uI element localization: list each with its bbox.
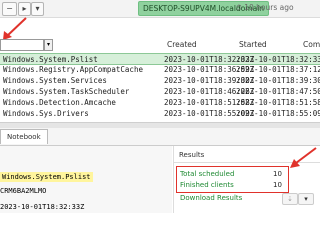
artifact-name: Windows.Detection.Amcache [3,98,116,107]
download-menu-button[interactable]: ⇣ [282,193,298,205]
name-filter-input[interactable] [0,39,44,51]
results-title: Results [179,151,205,159]
column-created[interactable]: Created [167,37,197,53]
annotation-highlight-box [176,166,289,193]
create-time-value: 2023-10-01T18:32:33Z [0,203,85,211]
clock-icon: ⏱ [236,3,242,12]
last-seen-status: ⏱ 10 hours ago [236,3,294,12]
column-started[interactable]: Started [239,37,267,53]
annotation-arrow-icon [290,147,317,168]
flow-id-value: CRM6BA2MLMO [0,187,47,195]
remove-icon[interactable]: − [2,2,17,16]
started-time: 2023-10-01T18:55:09Z [236,109,320,118]
detail-tabs: Notebook [0,128,320,146]
table-row[interactable]: Windows.System.Services 2023-10-01T18:39… [0,75,320,86]
table-row[interactable]: Windows.Detection.Amcache 2023-10-01T18:… [0,97,320,108]
started-time: 2023-10-01T18:37:12Z [236,65,320,74]
artifact-name: Windows.Registry.AppCompatCache [3,65,143,74]
flow-details-pane: Windows.System.Pslist CRM6BA2MLMO 2023-1… [0,146,172,213]
table-row[interactable]: Windows.Registry.AppCompatCache 2023-10-… [0,64,320,75]
table-row[interactable]: Windows.System.TaskScheduler 2023-10-01T… [0,86,320,97]
started-time: 2023-10-01T18:47:50Z [236,87,320,96]
label-icon[interactable]: ▸ [18,2,31,16]
artifact-name: Windows.Sys.Drivers [3,109,89,118]
dropdown-icon[interactable]: ▾ [298,193,314,205]
top-toolbar: − ▸ ▾ DESKTOP-S9UPV4M.localdomain ⏱ 10 h… [0,0,320,18]
sort-icon[interactable]: ▾ [44,39,53,51]
table-row[interactable]: Windows.Sys.Drivers 2023-10-01T18:55:09Z… [0,108,320,119]
column-compat[interactable]: Compat [303,37,320,53]
tab-notebook[interactable]: Notebook [0,129,48,144]
artifact-name: Windows.System.TaskScheduler [3,87,130,96]
artifact-name: Windows.System.Services [3,76,107,85]
download-results-link[interactable]: Download Results [180,193,242,203]
started-time: 2023-10-01T18:51:58Z [236,98,320,107]
dropdown-icon[interactable]: ▾ [31,2,44,16]
started-time: 2023-10-01T18:39:30Z [236,76,320,85]
artifact-name-value: Windows.System.Pslist [0,172,93,182]
